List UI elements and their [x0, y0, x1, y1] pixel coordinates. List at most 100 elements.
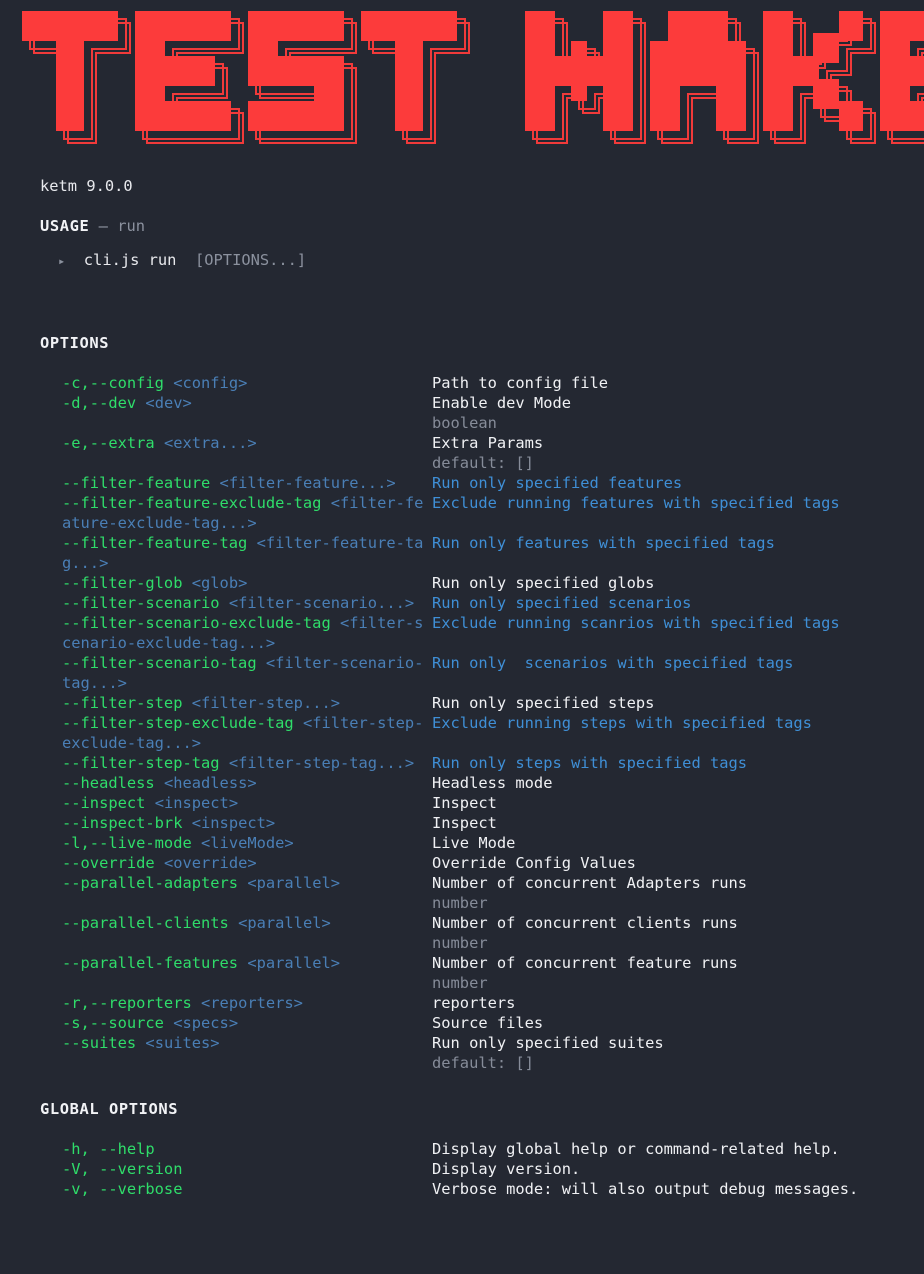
- global-option-description: Display global help or command-related h…: [432, 1140, 840, 1158]
- option-flag-cell: --filter-step <filter-step...>: [62, 693, 432, 713]
- option-row[interactable]: --filter-glob <glob> Run only specified g…: [0, 573, 924, 593]
- option-row[interactable]: --parallel-features <parallel> Number of …: [0, 953, 924, 973]
- option-placeholder: <suites>: [145, 1034, 220, 1052]
- global-option-flag: -V, --version: [62, 1160, 183, 1178]
- option-description: Run only scenarios with specified tags: [432, 654, 794, 672]
- option-row[interactable]: -r,--reporters <reporters> reporters: [0, 993, 924, 1013]
- global-option-row[interactable]: -V, --version Display version.: [0, 1159, 924, 1179]
- option-row[interactable]: -s,--source <specs> Source files: [0, 1013, 924, 1033]
- option-meta-value: number: [432, 934, 488, 952]
- option-placeholder: <reporters>: [201, 994, 303, 1012]
- option-description: Inspect: [432, 814, 497, 832]
- option-flag: --filter-glob: [62, 574, 183, 592]
- banner-svg: [22, 11, 924, 144]
- option-row[interactable]: --inspect <inspect> Inspect: [0, 793, 924, 813]
- option-meta-row: number: [0, 973, 924, 993]
- option-flag-cell: --filter-step-exclude-tag <filter-step-e…: [62, 713, 432, 753]
- banner-letters: [22, 11, 924, 144]
- option-flag-cell: --filter-step-tag <filter-step-tag...>: [62, 753, 432, 773]
- option-flag: --filter-step-exclude-tag: [62, 714, 294, 732]
- usage-example-command: cli.js run: [83, 251, 177, 269]
- option-meta-value: boolean: [432, 414, 497, 432]
- option-flag-cell: --filter-glob <glob>: [62, 573, 432, 593]
- option-row[interactable]: --filter-scenario <filter-scenario...> Ru…: [0, 593, 924, 613]
- option-placeholder: <dev>: [145, 394, 192, 412]
- option-row[interactable]: --override <override> Override Config Val…: [0, 853, 924, 873]
- option-row[interactable]: -l,--live-mode <liveMode> Live Mode: [0, 833, 924, 853]
- option-placeholder: <filter-step...>: [191, 694, 341, 712]
- option-description: Exclude running scanrios with specified …: [432, 614, 840, 632]
- option-meta-row: number: [0, 893, 924, 913]
- option-flag-cell: --suites <suites>: [62, 1033, 432, 1053]
- option-flag-cell: --override <override>: [62, 853, 432, 873]
- option-flag: -c,--config: [62, 374, 164, 392]
- banner-solid-letters: [22, 11, 924, 131]
- option-description: Run only specified scenarios: [432, 594, 692, 612]
- option-description: Run only specified features: [432, 474, 683, 492]
- global-option-description: Display version.: [432, 1160, 581, 1178]
- option-description: Run only steps with specified tags: [432, 754, 748, 772]
- option-flag-cell: -r,--reporters <reporters>: [62, 993, 432, 1013]
- option-row[interactable]: --suites <suites> Run only specified suit…: [0, 1033, 924, 1053]
- option-flag: --parallel-clients: [62, 914, 229, 932]
- option-description: Source files: [432, 1014, 544, 1032]
- option-flag: --filter-scenario: [62, 594, 220, 612]
- global-option-row[interactable]: -h, --help Display global help or command…: [0, 1139, 924, 1159]
- option-flag: --parallel-adapters: [62, 874, 239, 892]
- option-row[interactable]: --filter-scenario-tag <filter-scenario-t…: [0, 653, 924, 693]
- option-description: Live Mode: [432, 834, 516, 852]
- option-row[interactable]: --filter-feature-exclude-tag <filter-fea…: [0, 493, 924, 533]
- option-row[interactable]: --filter-step-exclude-tag <filter-step-e…: [0, 713, 924, 753]
- option-flag-cell: --filter-feature-exclude-tag <filter-fea…: [62, 493, 432, 533]
- option-row[interactable]: --filter-feature-tag <filter-feature-tag…: [0, 533, 924, 573]
- cli-help-output: ketm 9.0.0 USAGE — run ▸ cli.js run [OPT…: [0, 150, 924, 1199]
- option-placeholder: <config>: [173, 374, 248, 392]
- option-flag-cell: --parallel-adapters <parallel>: [62, 873, 432, 893]
- option-row[interactable]: --parallel-clients <parallel> Number of c…: [0, 913, 924, 933]
- option-placeholder: <specs>: [173, 1014, 239, 1032]
- global-options-section-title: GLOBAL OPTIONS: [40, 1100, 179, 1118]
- option-flag-cell: -c,--config <config>: [62, 373, 432, 393]
- option-flag: -s,--source: [62, 1014, 164, 1032]
- option-flag-cell: -s,--source <specs>: [62, 1013, 432, 1033]
- option-placeholder: <parallel>: [238, 914, 331, 932]
- option-placeholder: <inspect>: [154, 794, 239, 812]
- option-placeholder: <parallel>: [247, 874, 341, 892]
- option-flag-cell: --filter-feature-tag <filter-feature-tag…: [62, 533, 432, 573]
- usage-dash: —: [98, 217, 108, 235]
- option-description: Run only specified steps: [432, 694, 655, 712]
- global-option-flag: -v, --verbose: [62, 1180, 183, 1198]
- option-row[interactable]: -d,--dev <dev> Enable dev Mode: [0, 393, 924, 413]
- option-meta-value: default: []: [432, 1054, 534, 1072]
- option-flag: --filter-step-tag: [62, 754, 220, 772]
- option-row[interactable]: -e,--extra <extra...> Extra Params: [0, 433, 924, 453]
- option-placeholder: <glob>: [191, 574, 248, 592]
- option-flag-cell: --inspect-brk <inspect>: [62, 813, 432, 833]
- option-row[interactable]: --inspect-brk <inspect> Inspect: [0, 813, 924, 833]
- global-option-row[interactable]: -v, --verbose Verbose mode: will also out…: [0, 1179, 924, 1199]
- option-row[interactable]: --filter-step-tag <filter-step-tag...> Ru…: [0, 753, 924, 773]
- option-flag: -l,--live-mode: [62, 834, 192, 852]
- option-flag: --inspect: [62, 794, 146, 812]
- option-row[interactable]: --filter-step <filter-step...> Run only s…: [0, 693, 924, 713]
- option-placeholder: <inspect>: [191, 814, 276, 832]
- global-options-list: -h, --help Display global help or command…: [0, 1139, 924, 1199]
- option-row[interactable]: -c,--config <config> Path to config file: [0, 373, 924, 393]
- option-flag-cell: --filter-scenario-exclude-tag <filter-sc…: [62, 613, 432, 653]
- option-description: Exclude running steps with specified tag…: [432, 714, 812, 732]
- option-row[interactable]: --headless <headless> Headless mode: [0, 773, 924, 793]
- option-flag: --suites: [62, 1034, 137, 1052]
- option-flag-cell: --inspect <inspect>: [62, 793, 432, 813]
- option-meta-row: default: []: [0, 453, 924, 473]
- option-row[interactable]: --parallel-adapters <parallel> Number of …: [0, 873, 924, 893]
- option-flag-cell: --filter-scenario-tag <filter-scenario-t…: [62, 653, 432, 693]
- usage-example: ▸ cli.js run [OPTIONS...]: [0, 250, 924, 271]
- option-row[interactable]: --filter-scenario-exclude-tag <filter-sc…: [0, 613, 924, 653]
- option-flag: --parallel-features: [62, 954, 239, 972]
- option-description: Inspect: [432, 794, 497, 812]
- option-description: Override Config Values: [432, 854, 636, 872]
- option-row[interactable]: --filter-feature <filter-feature...> Run …: [0, 473, 924, 493]
- option-flag: -e,--extra: [62, 434, 155, 452]
- option-description: Run only features with specified tags: [432, 534, 775, 552]
- option-flag: --override: [62, 854, 155, 872]
